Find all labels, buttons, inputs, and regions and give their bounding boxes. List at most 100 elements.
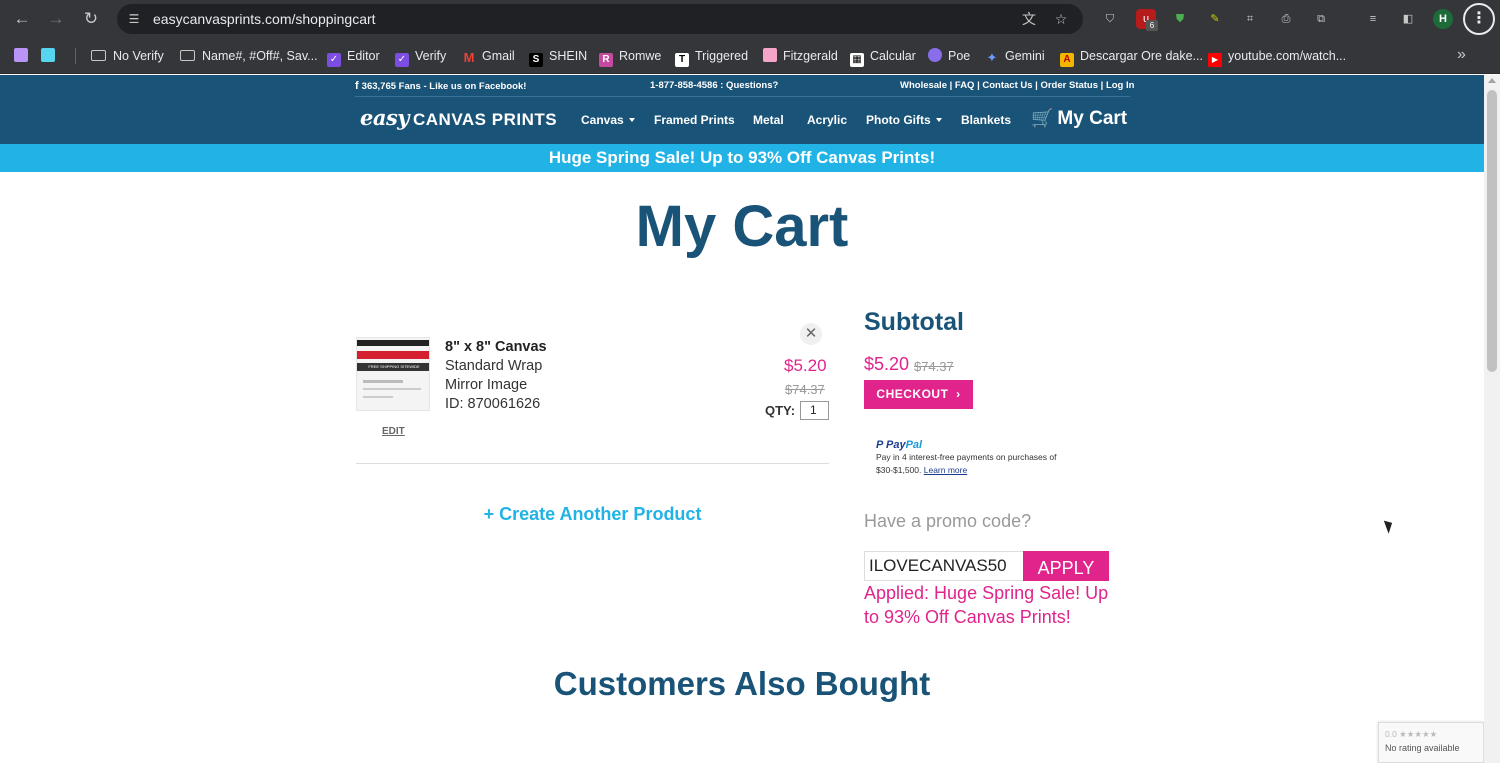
bookmark-label: Calcular <box>870 49 916 63</box>
promo-applied-message: Applied: Huge Spring Sale! Up to 93% Off… <box>864 583 1109 627</box>
nav-acrylic[interactable]: Acrylic <box>807 113 847 127</box>
reading-list-icon[interactable]: ≡ <box>1363 9 1383 29</box>
nav-photo-gifts[interactable]: Photo Gifts <box>866 113 942 127</box>
shield-extension-icon[interactable]: ⛉ <box>1100 9 1120 29</box>
back-icon[interactable]: ← <box>10 7 34 31</box>
product-thumbnail[interactable]: FREE SHIPPING SITEWIDE <box>356 337 430 411</box>
bookmark-romwe[interactable]: R Romwe <box>599 47 662 67</box>
bookmark-label: No Verify <box>113 49 164 63</box>
promo-code-input[interactable]: ILOVECANVAS50 <box>864 551 1024 581</box>
gemini-icon: ✦ <box>985 50 999 65</box>
bookmark-no-verify[interactable]: No Verify <box>91 47 164 65</box>
quantity-input[interactable]: 1 <box>800 401 829 420</box>
edit-item-link[interactable]: EDIT <box>382 426 405 437</box>
utility-links[interactable]: Wholesale | FAQ | Contact Us | Order Sta… <box>900 80 1134 91</box>
translate-icon[interactable]: 文 <box>1020 10 1038 28</box>
scrollbar-thumb[interactable] <box>1487 90 1497 372</box>
reload-icon[interactable]: ↻ <box>79 7 103 31</box>
address-bar[interactable]: ☰ easycanvasprints.com/shoppingcart 文 ☆ <box>117 4 1083 34</box>
paypal-learn-more-link[interactable]: Learn more <box>924 465 967 475</box>
fans-text: 363,765 Fans - Like us on Facebook! <box>361 81 527 92</box>
bookmark-label: SHEIN <box>549 49 588 63</box>
page-viewport: f 363,765 Fans - Like us on Facebook! 1-8… <box>0 75 1484 763</box>
customers-also-bought-heading: Customers Also Bought <box>553 665 931 702</box>
recaptcha-badge[interactable]: 0.0 ★★★★★ No rating available <box>1378 722 1484 763</box>
bookmark-poe[interactable]: Poe <box>928 47 970 65</box>
page-title: My Cart <box>635 194 849 259</box>
nav-blankets[interactable]: Blankets <box>961 113 1011 127</box>
bookmark-calcular[interactable]: ▦ Calcular <box>850 47 916 67</box>
item-original-price: $74.37 <box>785 382 825 397</box>
bookmark-label: Gemini <box>1005 49 1045 63</box>
mouse-cursor-icon <box>1383 518 1396 534</box>
scroll-up-icon[interactable] <box>1488 78 1496 83</box>
thumb-line <box>363 396 393 398</box>
screenshot-extension-icon[interactable]: ⌗ <box>1240 9 1260 29</box>
bookmark-triggered[interactable]: T Triggered <box>675 47 748 67</box>
bookmark-purple-app[interactable] <box>14 47 34 65</box>
bookmark-separator <box>75 48 76 64</box>
bookmark-cyan-app[interactable] <box>41 47 61 65</box>
page-scrollbar[interactable] <box>1484 75 1500 763</box>
bookmark-gmail[interactable]: M Gmail <box>462 47 515 65</box>
nav-my-cart[interactable]: 🛒 My Cart <box>1031 108 1127 130</box>
profile-avatar[interactable]: H <box>1433 9 1453 29</box>
bookmark-star-icon[interactable]: ☆ <box>1052 10 1070 28</box>
browser-window: ← → ↻ ☰ easycanvasprints.com/shoppingcar… <box>0 0 1500 763</box>
thumb-caption: FREE SHIPPING SITEWIDE <box>368 364 420 369</box>
printer-extension-icon[interactable]: ⎙ <box>1276 9 1296 29</box>
adguard-extension-icon[interactable]: ⛊ <box>1170 9 1190 29</box>
chevron-down-icon <box>935 118 942 122</box>
remove-item-close-icon[interactable]: ✕ <box>800 323 822 345</box>
bookmark-label: Name#, #Off#, Sav... <box>202 49 318 63</box>
rating-text: No rating available <box>1385 743 1460 753</box>
paypal-text: Pay in 4 interest-free payments on purch… <box>876 451 1076 477</box>
tool-extension-icon[interactable]: ✎ <box>1205 9 1225 29</box>
logo-canvas-prints: CANVAS PRINTS <box>413 110 558 129</box>
site-header: f 363,765 Fans - Like us on Facebook! 1-8… <box>0 75 1484 144</box>
descargar-icon: A <box>1060 53 1074 67</box>
nav-framed-prints[interactable]: Framed Prints <box>654 113 735 127</box>
extensions-puzzle-icon[interactable]: ⧉ <box>1311 9 1331 29</box>
bookmarks-bar: No Verify Name#, #Off#, Sav... ✓ Editor ✓… <box>0 38 1500 74</box>
subtotal-heading: Subtotal <box>864 308 964 336</box>
bookmark-gemini[interactable]: ✦ Gemini <box>985 47 1045 65</box>
nav-metal[interactable]: Metal <box>753 113 784 127</box>
bookmark-verify[interactable]: ✓ Verify <box>395 47 446 67</box>
create-another-product-link[interactable]: + Create Another Product <box>356 504 829 525</box>
browser-menu-icon[interactable]: ⋮ <box>1463 3 1495 35</box>
bookmarks-overflow-icon[interactable]: » <box>1457 46 1466 64</box>
shein-icon: S <box>529 53 543 67</box>
bookmark-editor[interactable]: ✓ Editor <box>327 47 380 67</box>
site-info-icon[interactable]: ☰ <box>125 10 143 28</box>
apply-promo-button[interactable]: APPLY <box>1023 551 1109 581</box>
forward-icon[interactable]: → <box>44 7 68 31</box>
bookmark-fitzgerald[interactable]: Fitzgerald <box>763 47 838 65</box>
facebook-fans-link[interactable]: f 363,765 Fans - Like us on Facebook! <box>355 80 526 92</box>
paypal-logo: P PayPal <box>876 439 1076 451</box>
promo-banner[interactable]: Huge Spring Sale! Up to 93% Off Canvas P… <box>0 144 1484 172</box>
phone-questions[interactable]: 1-877-858-4586 : Questions? <box>650 80 778 91</box>
subtotal-original-price: $74.37 <box>914 359 954 374</box>
bookmark-shein[interactable]: S SHEIN <box>529 47 588 67</box>
thumb-bar <box>357 340 429 346</box>
bookmark-descargar[interactable]: A Descargar Ore dake... <box>1060 47 1203 67</box>
bookmark-name-off-sav[interactable]: Name#, #Off#, Sav... <box>180 47 318 65</box>
thumb-line <box>363 380 403 383</box>
cart-label: My Cart <box>1057 108 1128 129</box>
extension-badge: 6 <box>1146 20 1158 31</box>
bookmark-label: Romwe <box>619 49 662 63</box>
url-text[interactable]: easycanvasprints.com/shoppingcart <box>153 11 376 27</box>
checkout-button[interactable]: CHECKOUT › <box>864 380 973 409</box>
nav-label: Canvas <box>581 113 624 127</box>
item-price: $5.20 <box>784 356 827 375</box>
site-logo[interactable]: easy CANVAS PRINTS <box>360 105 557 130</box>
bookmark-youtube[interactable]: ▶ youtube.com/watch... <box>1208 47 1347 67</box>
rating-stars-icon: 0.0 ★★★★★ <box>1385 729 1438 739</box>
check-icon: ✓ <box>395 53 409 67</box>
side-panel-icon[interactable]: ◧ <box>1398 9 1418 29</box>
nav-canvas[interactable]: Canvas <box>581 113 635 127</box>
item-wrap: Standard Wrap <box>445 358 543 374</box>
folder-icon <box>180 50 195 61</box>
bookmark-label: youtube.com/watch... <box>1228 49 1347 63</box>
